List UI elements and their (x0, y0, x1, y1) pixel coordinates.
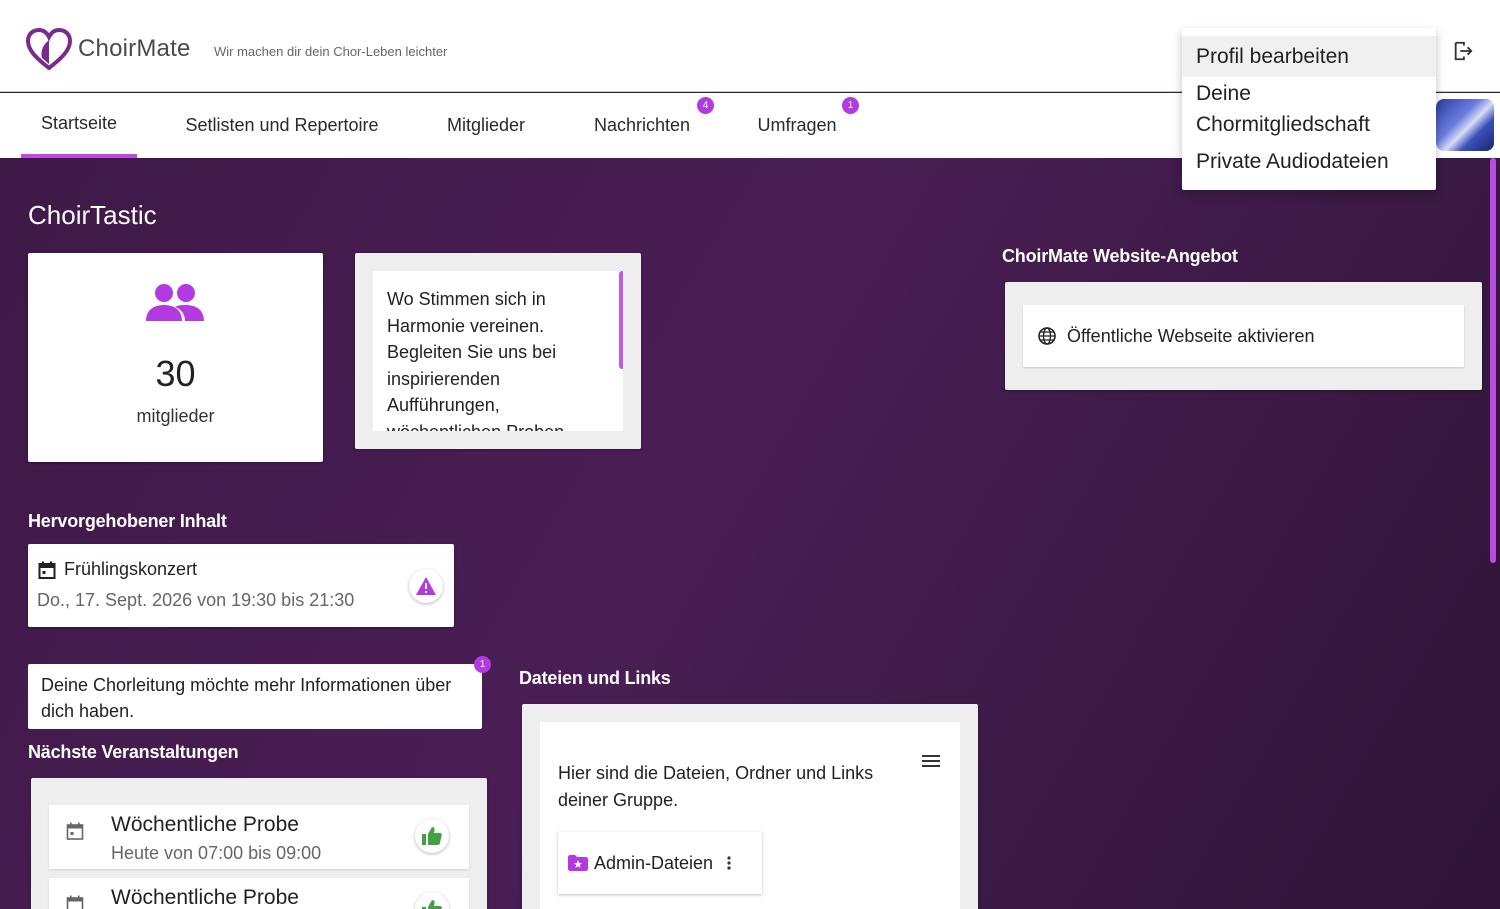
website-card: Öffentliche Webseite aktivieren (1005, 282, 1482, 390)
event-title: Wöchentliche Probe (111, 813, 299, 836)
thumbs-up-icon (422, 900, 442, 909)
attendance-button[interactable] (415, 892, 449, 909)
warning-button[interactable] (409, 569, 443, 603)
featured-event-title: Frühlingskonzert (64, 559, 198, 579)
umfragen-badge: 1 (842, 97, 859, 114)
choir-name: ChoirTastic (28, 200, 157, 230)
events-card: Wöchentliche Probe Heute von 07:00 bis 0… (31, 778, 487, 909)
activate-website-button[interactable]: Öffentliche Webseite aktivieren (1023, 305, 1464, 367)
menu-icon[interactable] (922, 754, 940, 768)
tab-startseite[interactable]: Startseite (21, 93, 137, 158)
featured-event-card[interactable]: Frühlingskonzert Do., 17. Sept. 2026 von… (28, 544, 454, 627)
thumbs-up-icon (422, 827, 442, 845)
description-card: Wo Stimmen sich in Harmonie vereinen. Be… (355, 253, 641, 449)
members-card[interactable]: 30 mitglieder (28, 253, 323, 462)
folder-label: Admin-Dateien (594, 852, 714, 873)
profile-menu: Profil bearbeiten Deine Chormitgliedscha… (1182, 28, 1436, 190)
info-notice-card[interactable]: Deine Chorleitung möchte mehr Informatio… (28, 664, 482, 729)
description-scroll-area[interactable]: Wo Stimmen sich in Harmonie vereinen. Be… (373, 271, 623, 431)
globe-icon (1038, 327, 1056, 345)
calendar-icon (38, 561, 56, 579)
featured-title: Hervorgehobener Inhalt (28, 511, 227, 531)
info-badge: 1 (474, 656, 491, 673)
featured-event-date: Do., 17. Sept. 2026 von 19:30 bis 21:30 (37, 590, 355, 610)
menu-item-chormitgliedschaft[interactable]: Deine Chormitgliedschaft (1182, 77, 1436, 140)
nachrichten-badge: 4 (697, 97, 714, 114)
tab-label: Startseite (40, 113, 118, 133)
files-panel: Hier sind die Dateien, Ordner und Links … (540, 722, 960, 909)
folder-star-icon (568, 855, 588, 871)
brand-name: ChoirMate (78, 35, 191, 62)
tagline: Wir machen dir dein Chor-Leben leichter (214, 44, 448, 59)
members-count: 30 (155, 353, 196, 394)
warning-icon (416, 577, 436, 595)
attendance-button[interactable] (415, 819, 449, 853)
website-title: ChoirMate Website-Angebot (1002, 246, 1238, 266)
activate-website-label: Öffentliche Webseite aktivieren (1067, 325, 1315, 346)
event-date: Heute von 07:00 bis 09:00 (111, 843, 322, 863)
event-row[interactable]: Wöchentliche Probe Heute von 07:00 bis 0… (49, 805, 469, 869)
tab-mitglieder[interactable]: Mitglieder (432, 93, 540, 158)
logout-icon[interactable] (1452, 40, 1474, 62)
tab-label: Nachrichten (593, 115, 691, 135)
files-description: Hier sind die Dateien, Ordner und Links … (558, 763, 874, 810)
people-icon (146, 284, 204, 321)
page-scrollbar[interactable] (1490, 158, 1496, 563)
menu-item-profil-bearbeiten[interactable]: Profil bearbeiten (1182, 36, 1436, 77)
choir-avatar[interactable] (1436, 99, 1494, 151)
event-row[interactable]: Wöchentliche Probe (49, 878, 469, 909)
tab-nachrichten[interactable]: Nachrichten (580, 93, 704, 158)
calendar-icon (66, 895, 84, 909)
files-title: Dateien und Links (519, 668, 671, 688)
menu-item-private-audiodateien[interactable]: Private Audiodateien (1182, 140, 1436, 177)
choir-description: Wo Stimmen sich in Harmonie vereinen. Be… (387, 289, 564, 431)
tab-label: Umfragen (757, 115, 837, 135)
more-vert-icon[interactable] (727, 856, 731, 870)
event-title: Wöchentliche Probe (111, 886, 299, 909)
logo[interactable]: ChoirMate (26, 28, 191, 70)
events-title: Nächste Veranstaltungen (28, 742, 239, 762)
members-label: mitglieder (136, 406, 215, 426)
folder-admin-dateien[interactable]: Admin-Dateien (558, 832, 762, 894)
tab-umfragen[interactable]: Umfragen (744, 93, 850, 158)
tab-label: Setlisten und Repertoire (185, 115, 379, 135)
calendar-icon (66, 822, 84, 840)
files-card: Hier sind die Dateien, Ordner und Links … (522, 704, 978, 909)
heart-logo-icon (26, 28, 72, 70)
description-scrollbar[interactable] (619, 271, 623, 369)
tab-label: Mitglieder (446, 115, 526, 135)
tab-setlisten[interactable]: Setlisten und Repertoire (170, 93, 394, 158)
